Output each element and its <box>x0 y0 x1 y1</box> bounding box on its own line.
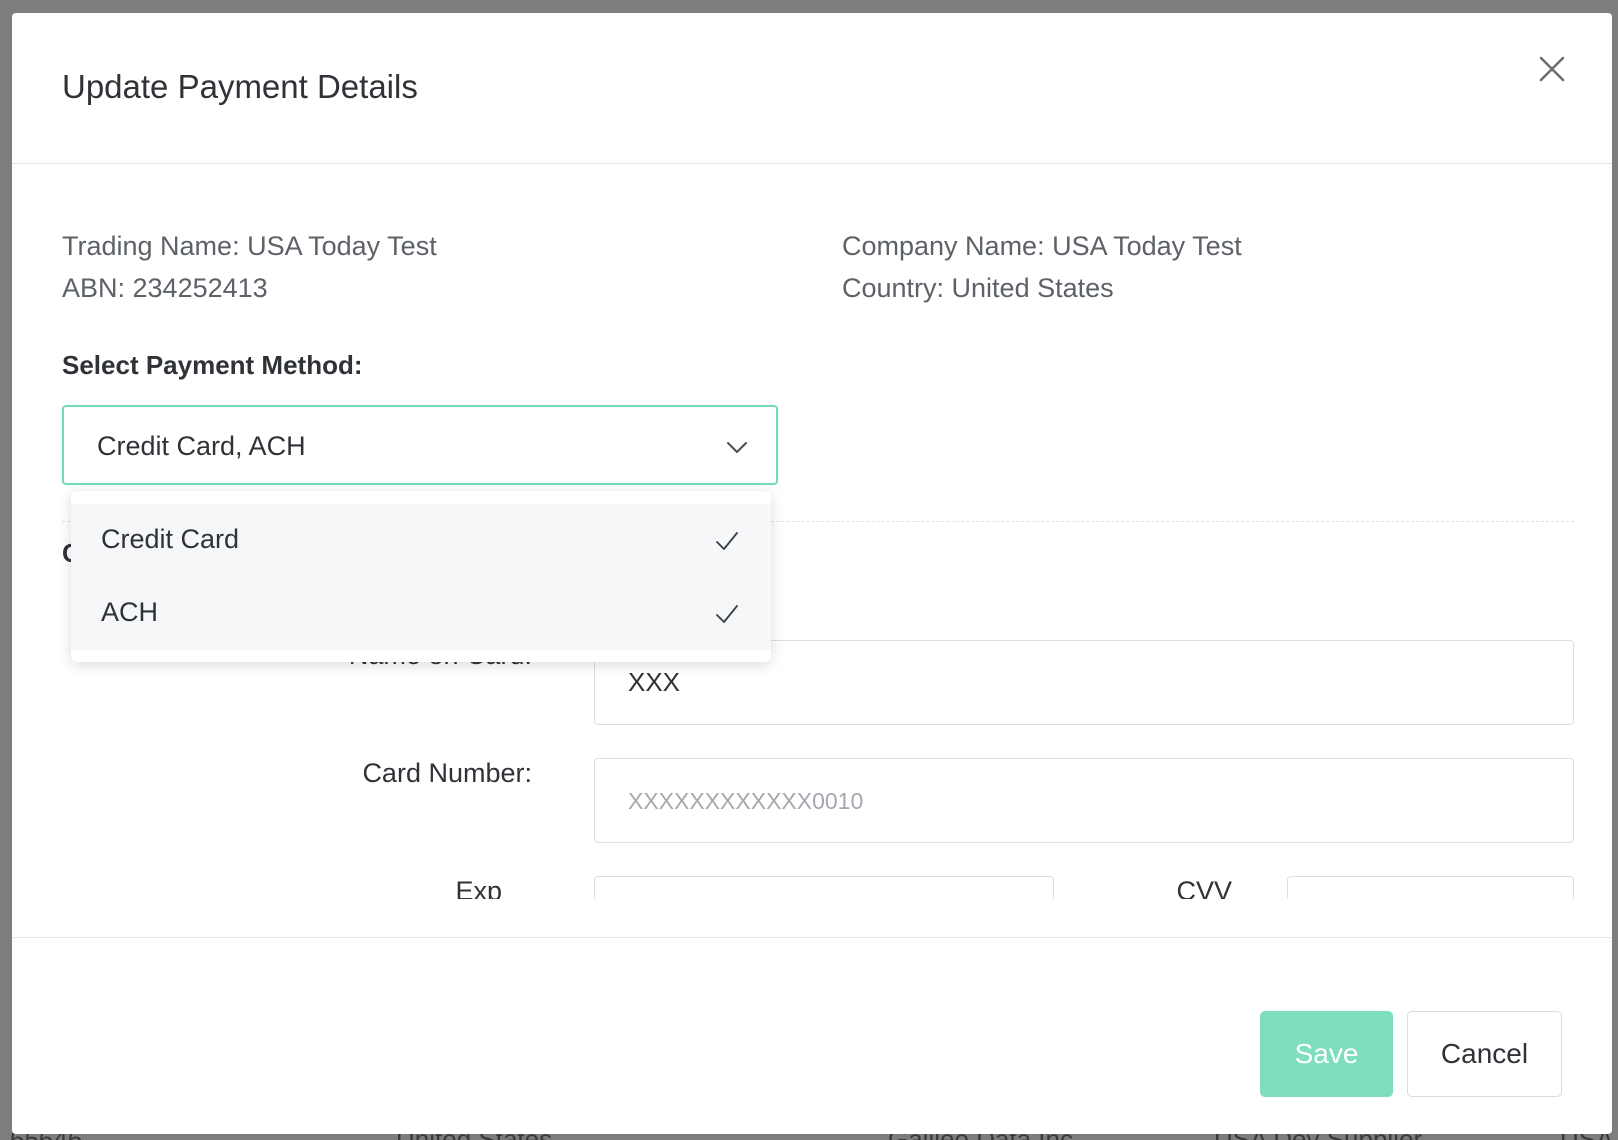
cvv-label: CVV <box>1176 876 1232 899</box>
cancel-button[interactable]: Cancel <box>1407 1011 1562 1097</box>
update-payment-modal: Update Payment Details Trading Name: USA… <box>12 13 1612 1134</box>
cvv-input[interactable] <box>1287 876 1574 899</box>
chevron-down-icon <box>727 442 747 453</box>
card-number-placeholder: XXXXXXXXXXXX0010 <box>628 788 864 814</box>
option-label: Credit Card <box>101 524 240 554</box>
name-on-card-value: XXX <box>628 667 681 697</box>
option-label: ACH <box>101 597 159 627</box>
close-button[interactable] <box>1530 47 1574 91</box>
check-icon <box>716 605 738 623</box>
modal-header: Update Payment Details <box>12 13 1612 164</box>
option-ach[interactable]: ACH <box>71 577 771 650</box>
option-credit-card[interactable]: Credit Card <box>71 504 771 577</box>
payment-method-dropdown: Credit Card ACH <box>71 491 771 662</box>
abn: ABN: 234252413 <box>62 273 268 303</box>
payment-method-label: Select Payment Method: <box>62 350 363 380</box>
card-number-label: Card Number: <box>362 758 532 788</box>
close-icon <box>1539 56 1565 82</box>
trading-name: Trading Name: USA Today Test <box>62 231 437 261</box>
expiry-label: Exp <box>455 876 502 899</box>
card-number-input[interactable]: XXXXXXXXXXXX0010 <box>594 758 1574 843</box>
save-button[interactable]: Save <box>1260 1011 1393 1097</box>
check-icon <box>716 532 738 550</box>
select-value: Credit Card, ACH <box>97 431 306 461</box>
expiry-input[interactable] <box>594 876 1054 899</box>
modal-footer: Save Cancel <box>12 937 1612 1134</box>
company-name: Company Name: USA Today Test <box>842 231 1242 261</box>
modal-title: Update Payment Details <box>62 68 418 105</box>
payment-method-select[interactable]: Credit Card, ACH <box>62 405 778 485</box>
country: Country: United States <box>842 273 1114 303</box>
